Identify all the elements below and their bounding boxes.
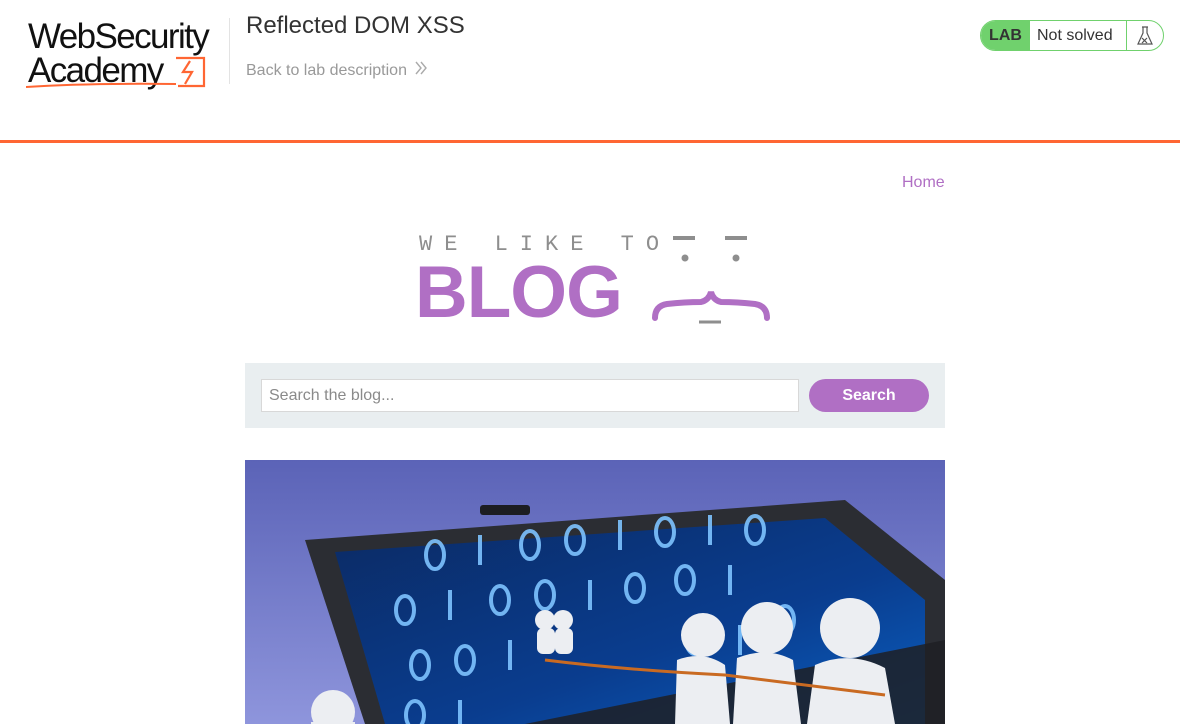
blog-logo-word: BLOG	[415, 252, 623, 333]
web-security-academy-logo[interactable]: WebSecurity Academy	[26, 16, 226, 92]
search-input[interactable]	[261, 379, 799, 412]
lab-status-widget: LAB Not solved	[980, 20, 1164, 51]
double-chevron-right-icon	[415, 61, 428, 80]
logo-mark-icon	[26, 56, 206, 88]
back-link-label: Back to lab description	[246, 61, 407, 79]
nav-home-link[interactable]: Home	[902, 174, 945, 192]
back-to-lab-description-link[interactable]: Back to lab description	[246, 61, 428, 80]
lab-status-text: Not solved	[1037, 26, 1113, 44]
flask-icon	[1126, 21, 1163, 50]
blog-post-image-graphic	[245, 460, 945, 724]
blog-logo: WE LIKE TO BLOG	[415, 228, 775, 332]
lab-title: Reflected DOM XSS	[246, 12, 465, 39]
header-accent-rule	[0, 140, 1180, 143]
search-panel: Search	[245, 363, 945, 428]
academy-header: WebSecurity Academy Reflected DOM XSS Ba…	[0, 0, 1180, 140]
blog-post-image[interactable]	[245, 460, 945, 724]
header-divider	[229, 18, 230, 84]
lab-badge: LAB	[981, 21, 1030, 50]
search-button[interactable]: Search	[809, 379, 929, 412]
curly-brace-face-icon	[652, 236, 770, 324]
